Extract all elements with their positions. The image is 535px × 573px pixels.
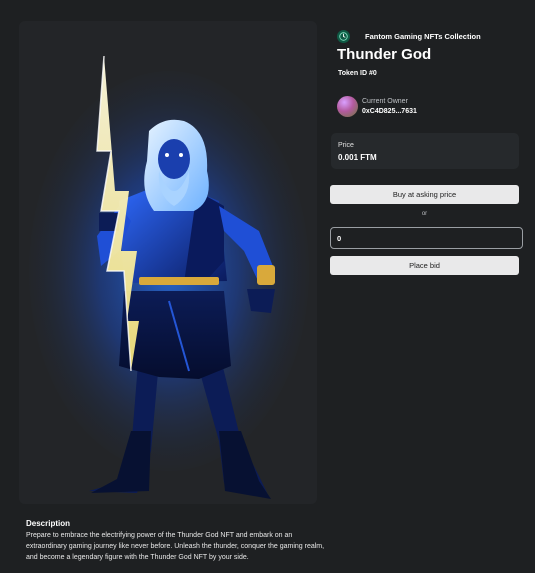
- nft-detail-page: Description Prepare to embrace the elect…: [0, 0, 535, 573]
- price-box: Price 0.001 FTM: [331, 133, 519, 169]
- token-id: Token ID #0: [338, 70, 377, 77]
- buy-button[interactable]: Buy at asking price: [330, 185, 519, 204]
- collection-link[interactable]: Fantom Gaming NFTs Collection: [337, 29, 481, 43]
- owner-address[interactable]: 0xC4D825...7631: [362, 108, 417, 115]
- or-divider: or: [421, 211, 428, 217]
- owner-label: Current Owner: [362, 98, 408, 105]
- nft-image: [19, 21, 317, 504]
- description-section: Description Prepare to embrace the elect…: [26, 519, 326, 563]
- price-label: Price: [338, 142, 354, 149]
- owner-section: Current Owner 0xC4D825...7631: [337, 96, 417, 117]
- description-text: Prepare to embrace the electrifying powe…: [26, 532, 325, 561]
- owner-avatar: [337, 96, 358, 117]
- nft-title: Thunder God: [337, 46, 432, 63]
- place-bid-button[interactable]: Place bid: [330, 256, 519, 275]
- collection-name[interactable]: Fantom Gaming NFTs Collection: [365, 32, 481, 41]
- price-value: 0.001 FTM: [338, 153, 377, 162]
- owner-info: Current Owner 0xC4D825...7631: [362, 98, 417, 115]
- bid-amount-input[interactable]: [330, 227, 523, 249]
- collection-logo-icon: [337, 29, 350, 43]
- thunder-god-artwork: [19, 21, 317, 504]
- description-title: Description: [26, 519, 71, 528]
